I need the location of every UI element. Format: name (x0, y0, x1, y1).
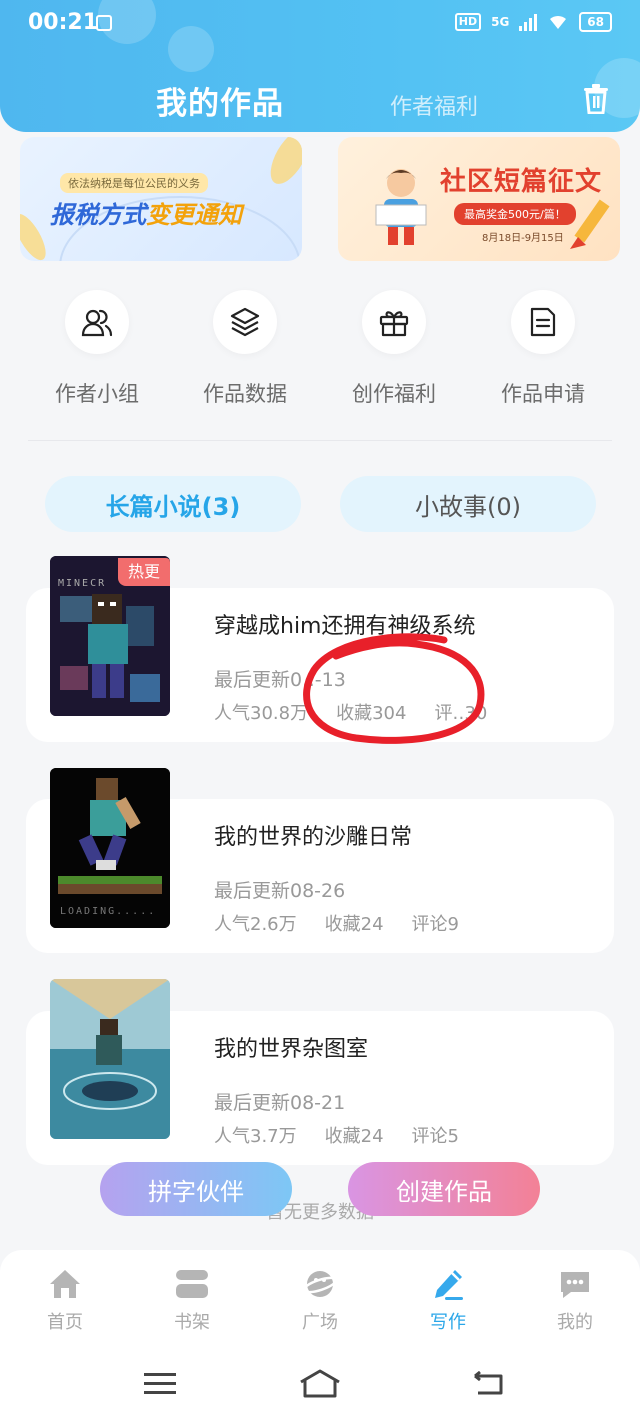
svg-text:LOADING.....: LOADING..... (60, 906, 156, 917)
writing-partner-button[interactable]: 拼字伙伴 (100, 1162, 292, 1216)
status-time: 00:21 (28, 10, 99, 35)
work-popularity: 人气3.7万 (214, 1126, 297, 1147)
banner-tax-notice[interactable]: 依法纳税是每位公民的义务 报税方式变更通知 (20, 137, 302, 261)
bottom-navigation: 首页 书架 广场 写作 我的 (0, 1250, 640, 1346)
section-divider (28, 440, 612, 441)
work-stats: 人气2.6万 收藏24 评论9 (214, 910, 459, 936)
shortcut-circle (511, 290, 575, 354)
app-header: 00:21 HD 5G 68 我的作品 作者福利 (0, 0, 640, 132)
nav-home[interactable]: 首页 (15, 1266, 115, 1334)
bookshelf-icon (176, 1270, 208, 1298)
shortcut-label: 作品申请 (501, 382, 585, 406)
nav-label: 我的 (557, 1312, 593, 1333)
work-last-updated: 最后更新08-21 (214, 1092, 346, 1114)
banner-date: 8月18日-9月15日 (482, 233, 564, 244)
work-title: 我的世界的沙雕日常 (214, 825, 413, 850)
tab-long-novel[interactable]: 长篇小说(3) (45, 476, 301, 532)
work-comments: 评论9 (411, 914, 459, 935)
shortcut-work-application[interactable]: 作品申请 (478, 290, 608, 408)
banner-essay-contest[interactable]: 社区短篇征文 最高奖金500元/篇！ 8月18日-9月15日 (338, 137, 620, 261)
tab-author-benefits[interactable]: 作者福利 (390, 89, 478, 121)
work-cover[interactable] (50, 979, 170, 1139)
shortcut-label: 作者小组 (55, 382, 139, 406)
battery-indicator: 68 (579, 12, 612, 32)
work-favorites: 收藏24 (324, 1126, 384, 1147)
red-circle-annotation (303, 633, 485, 744)
planet-icon (302, 1271, 338, 1297)
nav-label: 书架 (174, 1312, 210, 1333)
chat-icon (561, 1272, 589, 1298)
layers-icon (230, 307, 260, 337)
banner-title: 社区短篇征文 (440, 167, 603, 197)
create-work-button[interactable]: 创建作品 (348, 1162, 540, 1216)
work-comments: 评论5 (411, 1126, 459, 1147)
nav-square[interactable]: 广场 (270, 1266, 370, 1334)
hd-indicator: HD (454, 13, 482, 31)
no-more-data-text: 暂无更多数据 (266, 1202, 374, 1223)
home-button-icon[interactable] (298, 1368, 342, 1400)
water-scene-cover-art (50, 979, 170, 1139)
group-icon (81, 309, 113, 337)
nav-label: 广场 (302, 1312, 338, 1333)
shortcut-creation-benefits[interactable]: 创作福利 (329, 290, 459, 408)
gift-icon (379, 311, 409, 337)
minecraft-loading-cover-art: LOADING..... (50, 768, 170, 928)
shortcut-circle (213, 290, 277, 354)
hot-update-badge: 热更 (118, 558, 170, 586)
nav-mine[interactable]: 我的 (525, 1266, 625, 1334)
document-icon (530, 307, 556, 337)
reading-kid-illustration (375, 169, 427, 245)
shortcut-author-group[interactable]: 作者小组 (32, 290, 162, 408)
banner-subtitle: 依法纳税是每位公民的义务 (60, 173, 208, 193)
trash-icon[interactable] (582, 84, 610, 114)
notification-icon (96, 15, 112, 31)
nav-label: 写作 (430, 1312, 466, 1333)
banner-title: 报税方式变更通知 (50, 195, 242, 230)
pen-icon (435, 1270, 463, 1300)
tab-short-story[interactable]: 小故事(0) (340, 476, 596, 532)
pencil-illustration (570, 199, 610, 249)
nav-bookshelf[interactable]: 书架 (142, 1266, 242, 1334)
wifi-icon (550, 15, 567, 29)
banner-title-part1: 报税方式 (50, 201, 146, 229)
shortcut-circle (362, 290, 426, 354)
nav-writing[interactable]: 写作 (398, 1266, 498, 1334)
banner-prize: 最高奖金500元/篇！ (454, 203, 576, 225)
network-label: 5G (491, 15, 510, 29)
tab-my-works[interactable]: 我的作品 (156, 78, 284, 123)
work-popularity: 人气30.8万 (214, 703, 309, 724)
status-bar: 00:21 HD 5G 68 (0, 0, 640, 48)
back-icon[interactable] (472, 1371, 504, 1397)
shortcut-circle (65, 290, 129, 354)
banner-title-part2: 变更通知 (146, 201, 242, 229)
work-favorites: 收藏24 (324, 914, 384, 935)
svg-text:MINECR: MINECR (58, 578, 106, 589)
work-popularity: 人气2.6万 (214, 914, 297, 935)
work-title: 我的世界杂图室 (214, 1037, 369, 1062)
shortcut-label: 创作福利 (352, 382, 436, 406)
work-stats: 人气3.7万 收藏24 评论5 (214, 1122, 459, 1148)
signal-icon (519, 13, 538, 31)
nav-label: 首页 (47, 1312, 83, 1333)
home-icon (50, 1270, 80, 1298)
shortcut-work-data[interactable]: 作品数据 (180, 290, 310, 408)
system-navigation-bar (0, 1346, 640, 1422)
work-cover[interactable]: LOADING..... (50, 768, 170, 928)
shortcut-label: 作品数据 (203, 382, 287, 406)
work-last-updated: 最后更新08-26 (214, 880, 346, 902)
menu-icon[interactable] (144, 1371, 176, 1397)
